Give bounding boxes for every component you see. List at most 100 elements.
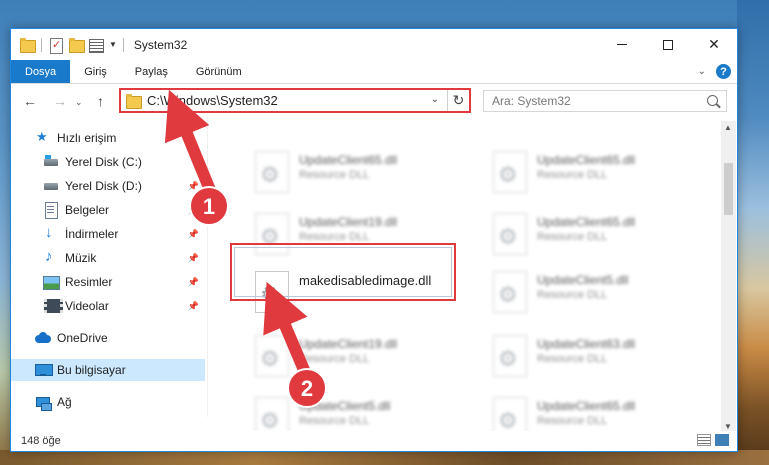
file-tile[interactable]: UpdateClient63.dll Resource DLL xyxy=(469,331,689,387)
vertical-scrollbar[interactable]: ▲ ▼ xyxy=(721,121,736,433)
ribbon-tabs: Dosya Giriş Paylaş Görünüm ⌄ ? xyxy=(11,60,737,84)
sidebar-item-downloads[interactable]: İndirmeler 📌 xyxy=(11,223,205,245)
sidebar-item-label: Bu bilgisayar xyxy=(57,363,126,377)
file-explorer-window: ▼ System32 ✕ Dosya Giriş Paylaş Görünüm … xyxy=(10,28,738,452)
sidebar-item-music[interactable]: Müzik 📌 xyxy=(11,247,205,269)
dll-file-icon xyxy=(255,151,289,193)
star-icon xyxy=(35,129,51,146)
file-type: Resource DLL xyxy=(537,289,608,301)
address-path[interactable]: C:\Windows\System32 xyxy=(147,93,278,108)
sidebar-item-onedrive[interactable]: OneDrive xyxy=(11,327,205,349)
music-icon xyxy=(43,248,59,266)
chevron-down-icon[interactable]: ▼ xyxy=(109,40,117,49)
highlight-box xyxy=(230,243,456,301)
file-tile[interactable]: UpdateClient65.dll Resource DLL xyxy=(469,209,689,265)
pin-icon[interactable]: 📌 xyxy=(188,205,199,216)
quick-access-toolbar: ▼ xyxy=(19,37,126,54)
help-icon[interactable]: ? xyxy=(716,64,731,79)
sidebar-item-this-pc[interactable]: Bu bilgisayar xyxy=(11,359,205,381)
tab-view[interactable]: Görünüm xyxy=(182,60,256,83)
file-name: UpdateClient5.dll xyxy=(537,273,629,287)
address-dropdown-icon[interactable]: ⌄ xyxy=(431,94,439,105)
sidebar-item-videos[interactable]: Videolar 📌 xyxy=(11,295,205,317)
close-icon: ✕ xyxy=(708,36,720,52)
tab-share[interactable]: Paylaş xyxy=(121,60,182,83)
file-name: UpdateClient63.dll xyxy=(537,337,636,351)
expand-ribbon-icon[interactable]: ⌄ xyxy=(698,66,706,77)
tab-home[interactable]: Giriş xyxy=(70,60,121,83)
dll-file-icon xyxy=(493,151,527,193)
dll-file-icon xyxy=(493,213,527,255)
file-type: Resource DLL xyxy=(537,169,608,181)
file-tile[interactable]: UpdateClient5.dll Resource DLL xyxy=(231,393,451,433)
file-tile[interactable]: UpdateClient5.dll Resource DLL xyxy=(469,267,689,323)
sidebar-item-quick-access[interactable]: Hızlı erişim xyxy=(11,127,205,149)
onedrive-icon xyxy=(35,330,51,346)
dll-file-icon xyxy=(493,271,527,313)
back-arrow-icon[interactable]: ← xyxy=(23,93,37,109)
file-tile[interactable]: UpdateClient65.dll Resource DLL xyxy=(469,147,689,203)
pin-icon[interactable]: 📌 xyxy=(188,301,199,312)
desktop-background xyxy=(737,0,769,465)
file-type: Resource DLL xyxy=(537,353,608,365)
search-input[interactable]: Ara: System32 xyxy=(483,90,727,112)
sidebar-item-disk-c[interactable]: Yerel Disk (C:) xyxy=(11,151,205,173)
tab-file[interactable]: Dosya xyxy=(11,60,71,83)
address-bar[interactable]: C:\Windows\System32 ⌄ ↻ xyxy=(119,88,471,113)
downloads-icon xyxy=(43,224,59,242)
folder-icon xyxy=(19,37,36,53)
file-name: UpdateClient65.dll xyxy=(299,153,398,167)
recent-locations-icon[interactable]: ⌄ xyxy=(75,97,83,108)
window-controls: ✕ xyxy=(599,29,737,60)
sidebar-item-label: Videolar xyxy=(65,299,109,313)
view-toggle xyxy=(697,434,729,446)
maximize-button[interactable] xyxy=(645,29,691,60)
scroll-down-icon[interactable]: ▼ xyxy=(724,422,732,431)
disk-c-icon xyxy=(43,154,59,170)
documents-icon xyxy=(43,202,59,219)
file-name: UpdateClient5.dll xyxy=(299,399,391,413)
sidebar-item-label: Hızlı erişim xyxy=(57,131,117,145)
up-arrow-icon[interactable]: ↑ xyxy=(97,93,104,109)
window-title: System32 xyxy=(133,37,188,52)
file-type: Resource DLL xyxy=(299,353,370,365)
file-type: Resource DLL xyxy=(537,231,608,243)
file-tile[interactable]: UpdateClient65.dll Resource DLL xyxy=(231,147,451,203)
videos-icon xyxy=(43,298,63,314)
dll-file-icon xyxy=(493,335,527,377)
sidebar-item-pictures[interactable]: Resimler 📌 xyxy=(11,271,205,293)
new-folder-icon[interactable] xyxy=(68,37,85,53)
navigation-bar: ← → ⌄ ↑ C:\Windows\System32 ⌄ ↻ Ara: Sys… xyxy=(11,85,737,117)
sidebar-item-label: Yerel Disk (D:) xyxy=(65,179,142,193)
sidebar-item-network[interactable]: Ağ xyxy=(11,391,205,413)
search-placeholder: Ara: System32 xyxy=(492,94,571,108)
scroll-thumb[interactable] xyxy=(724,163,733,215)
details-view-icon[interactable] xyxy=(697,434,711,446)
properties-icon[interactable] xyxy=(48,37,64,54)
sidebar-item-label: İndirmeler xyxy=(65,227,119,241)
file-type: Resource DLL xyxy=(299,415,370,427)
file-name: UpdateClient65.dll xyxy=(537,215,636,229)
minimize-button[interactable] xyxy=(599,29,645,60)
file-type: Resource DLL xyxy=(537,415,608,427)
forward-arrow-icon[interactable]: → xyxy=(53,93,67,109)
pin-icon[interactable]: 📌 xyxy=(188,181,199,192)
pin-icon[interactable]: 📌 xyxy=(188,277,199,288)
pin-icon[interactable]: 📌 xyxy=(188,253,199,264)
sidebar-item-disk-d[interactable]: Yerel Disk (D:) 📌 xyxy=(11,175,205,197)
customize-view-icon[interactable] xyxy=(88,37,104,53)
pane-divider[interactable] xyxy=(207,117,208,417)
file-name: UpdateClient65.dll xyxy=(537,399,636,413)
dll-file-icon xyxy=(493,397,527,433)
scroll-up-icon[interactable]: ▲ xyxy=(724,123,732,132)
sidebar-item-label: OneDrive xyxy=(57,331,108,345)
file-tile[interactable]: UpdateClient19.dll Resource DLL xyxy=(231,331,451,387)
search-icon[interactable] xyxy=(707,95,718,106)
pin-icon[interactable]: 📌 xyxy=(188,229,199,240)
large-icons-view-icon[interactable] xyxy=(715,434,729,446)
sidebar-item-documents[interactable]: Belgeler 📌 xyxy=(11,199,205,221)
divider xyxy=(41,37,42,52)
refresh-icon[interactable]: ↻ xyxy=(447,90,469,111)
file-tile[interactable]: UpdateClient65.dll Resource DLL xyxy=(469,393,689,433)
close-button[interactable]: ✕ xyxy=(691,29,737,60)
